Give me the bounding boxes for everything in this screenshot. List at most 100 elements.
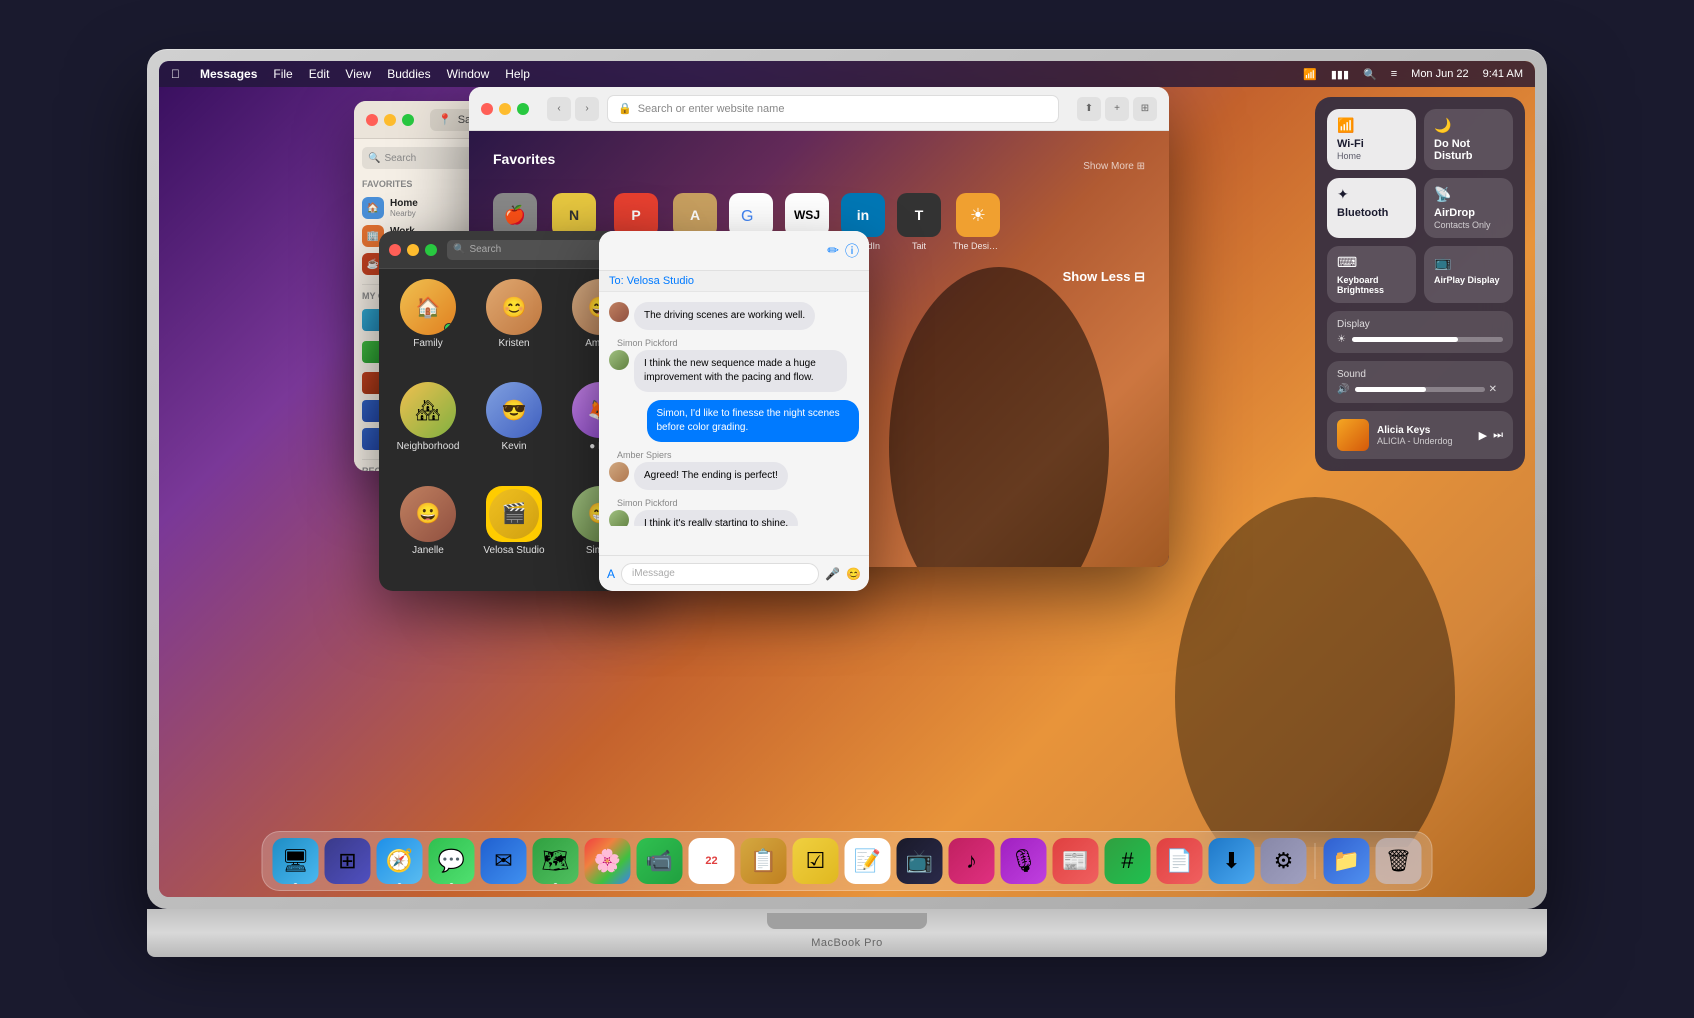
safari-back-button[interactable]: ‹: [547, 97, 571, 121]
safari-fav-design-icon: ☀: [956, 193, 1000, 237]
dock-icon-numbers[interactable]: #: [1105, 838, 1151, 884]
maps-search-icon: 🔍: [368, 153, 380, 164]
safari-fav-tait[interactable]: T Tait: [897, 193, 941, 251]
maps-fullscreen-button[interactable]: [402, 114, 414, 126]
cc-bluetooth-label: Bluetooth: [1337, 207, 1406, 219]
messages-contact-kevin[interactable]: 😎 Kevin: [475, 382, 553, 477]
maps-minimize-button[interactable]: [384, 114, 396, 126]
facetime-icon: 📹: [646, 848, 673, 874]
dock-icon-maps[interactable]: 🗺: [533, 838, 579, 884]
safari-sidebar-button[interactable]: ⊞: [1133, 97, 1157, 121]
menu-help[interactable]: Help: [505, 67, 530, 81]
dock-icon-calendar[interactable]: 22: [689, 838, 735, 884]
cc-brightness-track[interactable]: [1352, 337, 1503, 342]
messages-search-box[interactable]: 🔍 Search: [447, 240, 616, 260]
messages-contact-family[interactable]: 🏠 Family: [389, 279, 467, 374]
messages-close-button[interactable]: [389, 244, 401, 256]
files-icon: 📁: [1333, 848, 1360, 874]
spotlight-icon[interactable]: 🔍: [1363, 68, 1377, 81]
macbook-bottom: MacBook Pro: [147, 909, 1547, 957]
safari-close-button[interactable]: [481, 103, 493, 115]
safari-share-button[interactable]: ⬆: [1077, 97, 1101, 121]
dock-icon-prefs[interactable]: ⚙: [1261, 838, 1307, 884]
control-center-icon[interactable]: ≡: [1391, 68, 1397, 80]
safari-forward-button[interactable]: ›: [575, 97, 599, 121]
chat-input-field[interactable]: iMessage: [621, 563, 819, 585]
dock-separator: [1315, 843, 1316, 879]
app-menu-messages[interactable]: Messages: [200, 67, 257, 81]
chat-emoji-icon[interactable]: 😊: [846, 567, 861, 581]
menu-window[interactable]: Window: [447, 67, 490, 81]
music-play-button[interactable]: ▶: [1479, 429, 1487, 442]
dock-icon-messages[interactable]: 💬: [429, 838, 475, 884]
safari-show-more[interactable]: Show More ⊞: [1083, 161, 1145, 172]
dock-icon-appstore[interactable]: ⬇: [1209, 838, 1255, 884]
chat-messages-list: The driving scenes are working well. Sim…: [599, 292, 869, 526]
apple-menu[interactable]: : [171, 67, 180, 81]
messages-contact-kristen[interactable]: 😊 Kristen: [475, 279, 553, 374]
chat-avatar-sm-2: [609, 350, 629, 370]
wifi-icon[interactable]: 📶: [1303, 68, 1317, 81]
dock-icon-news[interactable]: 📰: [1053, 838, 1099, 884]
cc-kb-brightness-tile[interactable]: ⌨ Keyboard Brightness: [1327, 246, 1416, 303]
chat-audio-icon[interactable]: A: [607, 567, 615, 581]
cc-kb-label: Keyboard Brightness: [1337, 275, 1406, 295]
cc-volume-track[interactable]: [1355, 387, 1484, 392]
cc-wifi-tile[interactable]: 📶 Wi-Fi Home: [1327, 109, 1416, 170]
dock-icon-launchpad[interactable]: ⊞: [325, 838, 371, 884]
dock-icon-safari[interactable]: 🧭: [377, 838, 423, 884]
menu-bar-right: 📶 ▮▮▮ 🔍 ≡ Mon Jun 22 9:41 AM: [1303, 68, 1523, 81]
contact-neighborhood-name: Neighborhood: [397, 441, 460, 452]
safari-reading-show-less[interactable]: Show Less ⊟: [1063, 269, 1145, 285]
maps-search-box[interactable]: 🔍 Search: [362, 147, 485, 169]
cc-dnd-tile[interactable]: 🌙 Do Not Disturb: [1424, 109, 1513, 170]
dock-icon-photos[interactable]: 🌸: [585, 838, 631, 884]
dock-icon-music[interactable]: ♪: [949, 838, 995, 884]
dock-icon-reminders[interactable]: ☑: [793, 838, 839, 884]
dock-icon-notes[interactable]: 📝: [845, 838, 891, 884]
dnd-icon: 🌙: [1434, 117, 1503, 134]
messages-minimize-button[interactable]: [407, 244, 419, 256]
cc-display-section: Display ☀: [1327, 311, 1513, 353]
dock-icon-facetime[interactable]: 📹: [637, 838, 683, 884]
cc-airdrop-tile[interactable]: 📡 AirDrop Contacts Only: [1424, 178, 1513, 238]
messages-contact-velosa[interactable]: 🎬 Velosa Studio: [475, 486, 553, 581]
menu-view[interactable]: View: [345, 67, 371, 81]
messages-fullscreen-button[interactable]: [425, 244, 437, 256]
chat-msg-2: Simon Pickford I think the new sequence …: [609, 338, 859, 392]
chat-bubble-2: I think the new sequence made a huge imp…: [634, 350, 847, 392]
menu-edit[interactable]: Edit: [309, 67, 330, 81]
dock-icon-podcasts[interactable]: 🎙: [1001, 838, 1047, 884]
music-next-button[interactable]: ⏭: [1493, 429, 1503, 442]
cc-bluetooth-tile[interactable]: ✦ Bluetooth: [1327, 178, 1416, 238]
messages-contact-janelle[interactable]: 😀 Janelle: [389, 486, 467, 581]
menu-file[interactable]: File: [273, 67, 292, 81]
cc-airplay-tile[interactable]: 📺 AirPlay Display: [1424, 246, 1513, 303]
dock-icon-trash[interactable]: 🗑: [1376, 838, 1422, 884]
menu-buddies[interactable]: Buddies: [387, 67, 430, 81]
maps-close-button[interactable]: [366, 114, 378, 126]
numbers-icon: #: [1121, 848, 1133, 874]
dock-icon-finder[interactable]: 🖥: [273, 838, 319, 884]
messages-contact-neighborhood[interactable]: 🏘 Neighborhood: [389, 382, 467, 477]
dock-icon-stickies[interactable]: 📋: [741, 838, 787, 884]
appstore-icon: ⬇: [1222, 848, 1240, 874]
safari-plus-button[interactable]: +: [1105, 97, 1129, 121]
cc-row-wifi-dnd: 📶 Wi-Fi Home 🌙 Do Not Disturb: [1327, 109, 1513, 170]
safari-minimize-button[interactable]: [499, 103, 511, 115]
dock-icon-files[interactable]: 📁: [1324, 838, 1370, 884]
chat-compose-button[interactable]: ✏: [827, 242, 839, 259]
safari-url-bar[interactable]: 🔒 Search or enter website name: [607, 95, 1059, 123]
contact-family-avatar: 🏠: [400, 279, 456, 335]
dock-icon-appletv[interactable]: 📺: [897, 838, 943, 884]
maps-fav-home[interactable]: 🏠 Home Nearby: [362, 194, 485, 222]
chat-audio-record-icon[interactable]: 🎤: [825, 567, 840, 581]
dock-icon-mail[interactable]: ✉: [481, 838, 527, 884]
safari-fullscreen-button[interactable]: [517, 103, 529, 115]
safari-fav-design[interactable]: ☀ The Design Files: [953, 193, 1003, 251]
dock-icon-pages[interactable]: 📄: [1157, 838, 1203, 884]
photos-icon: 🌸: [594, 848, 621, 874]
chat-sender-2: Simon Pickford: [609, 338, 859, 348]
chat-info-button[interactable]: ⓘ: [845, 241, 859, 261]
safari-fav-design-label: The Design Files: [953, 241, 1003, 251]
